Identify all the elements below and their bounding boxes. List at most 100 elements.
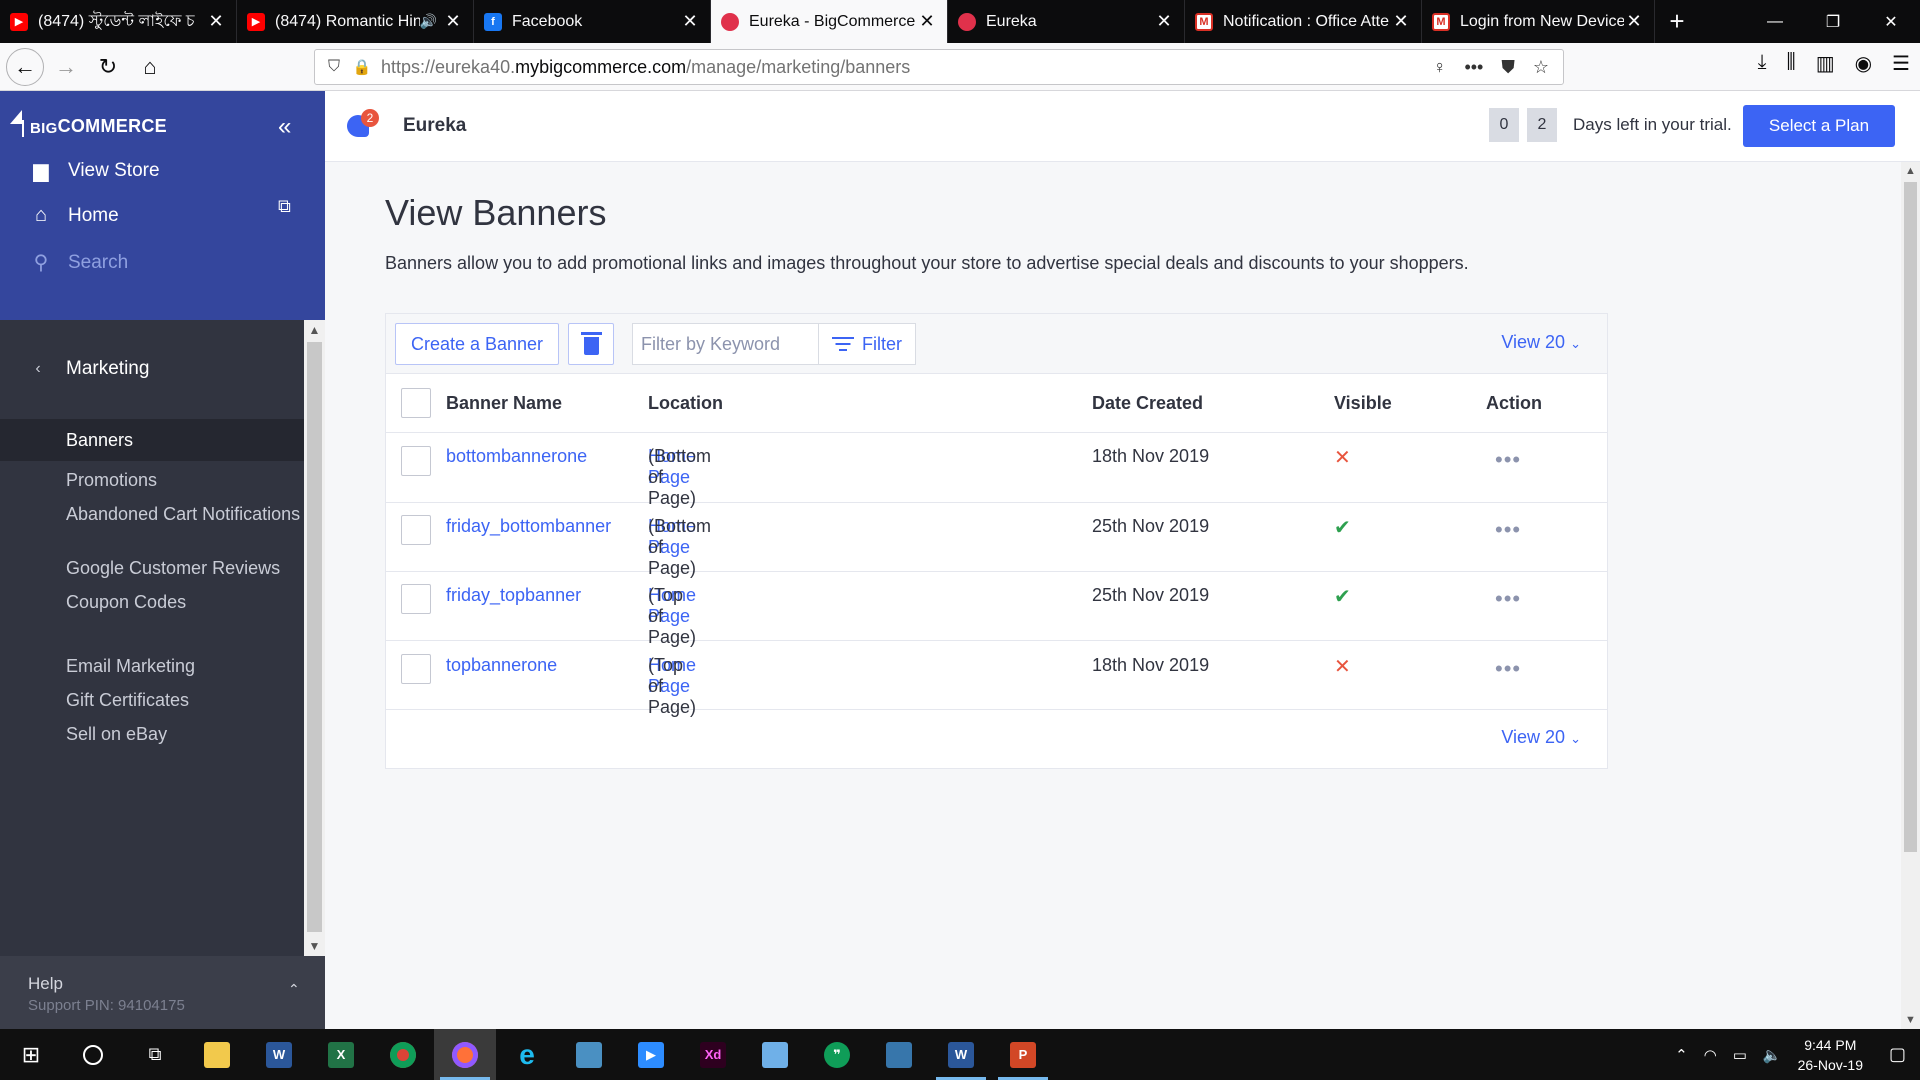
view-store-link[interactable]: ▆ View Store [28, 158, 159, 183]
adobe-xd-icon[interactable]: Xd [682, 1029, 744, 1080]
window-close-icon[interactable]: ✕ [1862, 0, 1920, 43]
visible-check-icon[interactable]: ✔ [1334, 584, 1351, 609]
sidebar-item-google-reviews[interactable]: Google Customer Reviews [66, 557, 304, 580]
sidebar-toggle-icon[interactable]: ▥ [1816, 51, 1835, 76]
visible-check-icon[interactable]: ✔ [1334, 515, 1351, 540]
banner-name-link[interactable]: friday_topbanner [446, 585, 581, 606]
row-checkbox[interactable] [401, 446, 431, 476]
filter-keyword-input[interactable] [633, 324, 819, 364]
browser-tab-youtube-2[interactable]: ▶ (8474) Romantic Hin 🔊 ✕ [237, 0, 474, 43]
restore-icon[interactable]: ❐ [1804, 0, 1862, 43]
browser-tab-gmail-1[interactable]: M Notification : Office Atte ✕ [1185, 0, 1422, 43]
photos-icon[interactable] [558, 1029, 620, 1080]
create-banner-button[interactable]: Create a Banner [395, 323, 559, 365]
sidebar-item-promotions[interactable]: Promotions [66, 469, 304, 492]
column-header-visible[interactable]: Visible [1334, 393, 1392, 414]
scrollbar-thumb[interactable] [1904, 182, 1917, 852]
close-tab-icon[interactable]: ✕ [680, 11, 700, 32]
page-actions-icon[interactable]: ••• [1464, 57, 1483, 78]
sidebar-item-email-marketing[interactable]: Email Marketing [66, 655, 304, 678]
sidebar-item-sell-on-ebay[interactable]: Sell on eBay [66, 723, 304, 746]
scroll-up-icon[interactable]: ▲ [304, 323, 325, 337]
row-actions-menu-icon[interactable]: ••• [1495, 656, 1521, 682]
column-header-banner-name[interactable]: Banner Name [446, 393, 562, 414]
scroll-down-icon[interactable]: ▼ [304, 939, 325, 953]
close-tab-icon[interactable]: ✕ [917, 11, 937, 32]
powerpoint-icon[interactable]: P [992, 1029, 1054, 1080]
lock-icon[interactable]: 🔒 [349, 58, 375, 76]
excel-icon[interactable]: X [310, 1029, 372, 1080]
minimize-icon[interactable]: — [1746, 0, 1804, 43]
select-plan-button[interactable]: Select a Plan [1743, 105, 1895, 147]
notepad-icon[interactable] [744, 1029, 806, 1080]
scrollbar-thumb[interactable] [307, 342, 322, 932]
chrome-icon[interactable] [372, 1029, 434, 1080]
browser-tab-eureka[interactable]: Eureka ✕ [948, 0, 1185, 43]
url-text[interactable]: https://eureka40.mybigcommerce.com/manag… [381, 57, 1433, 78]
browser-tab-gmail-2[interactable]: M Login from New Device ✕ [1422, 0, 1655, 43]
new-tab-button[interactable]: + [1655, 0, 1699, 43]
library-icon[interactable]: ⫼ [1787, 51, 1796, 76]
zoom-icon[interactable]: ▶ [620, 1029, 682, 1080]
view-count-dropdown-bottom[interactable]: View 20 ⌄ [1501, 727, 1581, 748]
back-arrow-icon[interactable]: ← [6, 47, 44, 86]
browser-tab-bigcommerce-active[interactable]: Eureka - BigCommerce ✕ [711, 0, 948, 43]
marketing-back-link[interactable]: ‹ Marketing [0, 349, 304, 389]
delete-button[interactable] [568, 323, 614, 365]
task-view-icon[interactable]: ⧉ [124, 1029, 186, 1080]
browser-tab-youtube-1[interactable]: ▶ (8474) স্টুডেন্ট লাইফে চ ✕ [0, 0, 237, 43]
notifications-bell[interactable]: 2 [347, 109, 379, 139]
search-link[interactable]: ⚲ Search [28, 250, 129, 275]
word-document-icon[interactable]: W [930, 1029, 992, 1080]
collapse-sidebar-icon[interactable]: « [278, 113, 291, 141]
browser-tab-facebook[interactable]: f Facebook ✕ [474, 0, 711, 43]
close-tab-icon[interactable]: ✕ [1624, 11, 1644, 32]
bigcommerce-logo[interactable]: BIG COMMERCE [10, 110, 167, 137]
row-actions-menu-icon[interactable]: ••• [1495, 586, 1521, 612]
sidebar-item-coupon-codes[interactable]: Coupon Codes [66, 591, 304, 614]
column-header-location[interactable]: Location [648, 393, 723, 414]
python-icon[interactable] [868, 1029, 930, 1080]
not-visible-x-icon[interactable]: ✕ [1334, 654, 1351, 679]
volume-icon[interactable]: 🔈 [1763, 1046, 1782, 1064]
row-checkbox[interactable] [401, 654, 431, 684]
banner-name-link[interactable]: friday_bottombanner [446, 516, 611, 537]
clock[interactable]: 9:44 PM 26-Nov-19 [1798, 1035, 1863, 1075]
notification-center-icon[interactable]: ▢ [1889, 1044, 1906, 1065]
hangouts-icon[interactable]: ❞ [806, 1029, 868, 1080]
hamburger-menu-icon[interactable]: ☰ [1892, 51, 1910, 76]
close-tab-icon[interactable]: ✕ [1391, 11, 1411, 32]
download-icon[interactable]: ⤓ [1758, 51, 1767, 76]
column-header-date-created[interactable]: Date Created [1092, 393, 1203, 414]
banner-name-link[interactable]: bottombannerone [446, 446, 587, 467]
speaker-icon[interactable]: 🔊 [420, 13, 437, 30]
word-icon[interactable]: W [248, 1029, 310, 1080]
banner-name-link[interactable]: topbannerone [446, 655, 557, 676]
filter-button[interactable]: Filter [819, 324, 915, 364]
select-all-checkbox[interactable] [401, 388, 431, 418]
close-tab-icon[interactable]: ✕ [1154, 11, 1174, 32]
view-count-dropdown[interactable]: View 20 ⌄ [1501, 332, 1581, 353]
address-bar[interactable]: ⛉ 🔒 https://eureka40.mybigcommerce.com/m… [314, 49, 1564, 85]
row-actions-menu-icon[interactable]: ••• [1495, 517, 1521, 543]
pocket-icon[interactable]: ⛊ [1501, 57, 1515, 78]
external-link-icon[interactable]: ⧉ [278, 196, 291, 217]
scroll-down-icon[interactable]: ▼ [1901, 1014, 1920, 1026]
file-explorer-icon[interactable] [186, 1029, 248, 1080]
chevron-up-icon[interactable]: ⌃ [1675, 1046, 1688, 1064]
account-icon[interactable]: ◉ [1855, 51, 1872, 76]
close-tab-icon[interactable]: ✕ [443, 11, 463, 32]
internet-explorer-icon[interactable]: e [496, 1029, 558, 1080]
chevron-up-icon[interactable]: ⌃ [288, 981, 300, 998]
tracking-shield-icon[interactable]: ⛉ [319, 58, 349, 76]
home-icon[interactable]: ⌂ [130, 47, 170, 87]
row-checkbox[interactable] [401, 515, 431, 545]
help-panel[interactable]: Help Support PIN: 94104175 ⌃ [0, 956, 325, 1029]
wifi-icon[interactable]: ◠ [1704, 1046, 1717, 1064]
battery-icon[interactable]: ▭ [1733, 1046, 1747, 1064]
firefox-icon[interactable] [434, 1029, 496, 1080]
home-link[interactable]: ⌂ Home [28, 204, 119, 227]
sidebar-item-banners[interactable]: Banners [0, 419, 304, 461]
not-visible-x-icon[interactable]: ✕ [1334, 445, 1351, 470]
sidebar-item-gift-certificates[interactable]: Gift Certificates [66, 689, 304, 712]
